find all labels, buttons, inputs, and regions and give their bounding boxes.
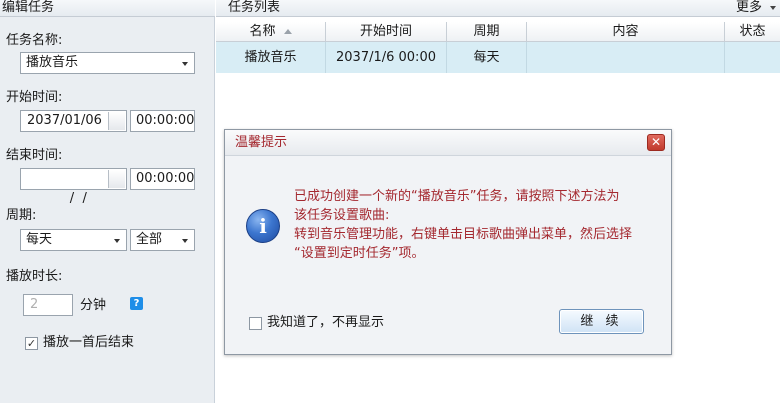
column-name-label: 名称 [249,24,276,39]
column-status-label: 状态 [739,24,766,39]
dialog-title: 温馨提示 [235,135,288,150]
task-list-header: 任务列表 更多 [216,0,780,17]
dialog-titlebar[interactable]: 温馨提示 ✕ [225,130,671,156]
end-date-input[interactable]: / / [20,168,127,206]
start-date-value: 2037/01/06 [27,113,102,128]
edit-task-header: 编辑任务 [0,0,215,17]
help-icon[interactable]: ? [130,297,143,310]
start-time-value: 00:00:00 [136,113,195,128]
tip-dialog: 温馨提示 ✕ i 已成功创建一个新的“播放音乐”任务，请按照下述方法为 该任务设… [224,129,672,355]
row-content-cell [527,42,725,73]
dialog-message-line-4: “设置到定时任务”项。 [294,246,425,261]
row-name-cell: 播放音乐 [216,42,326,73]
task-name-label: 任务名称: [6,33,63,48]
column-header-start[interactable]: 开始时间 [326,22,447,42]
stop-after-one-checkbox[interactable]: ✓ [25,337,38,350]
sort-ascending-icon [283,29,292,34]
row-status-cell [725,42,780,73]
dont-show-again-label: 我知道了，不再显示 [267,315,385,330]
dialog-message-line-2: 该任务设置歌曲: [294,208,390,223]
dialog-message-line-3: 转到音乐管理功能，右键单击目标歌曲弹出菜单，然后选择 [294,227,633,242]
task-name-value: 播放音乐 [26,55,79,70]
close-icon[interactable]: ✕ [647,134,665,151]
column-start-label: 开始时间 [359,24,412,39]
end-time-input[interactable]: 00:00:00 [130,168,195,190]
end-time-label: 结束时间: [6,148,63,163]
duration-unit: 分钟 [80,298,107,313]
dialog-message-line-1: 已成功创建一个新的“播放音乐”任务，请按照下述方法为 [294,189,620,204]
start-time-input[interactable]: 00:00:00 [130,110,195,132]
stop-after-one-label: 播放一首后结束 [43,335,135,350]
row-start-cell: 2037/1/6 00:00 [326,42,447,73]
info-icon: i [246,209,280,243]
duration-label: 播放时长: [6,269,63,284]
task-list-title: 任务列表 [228,0,281,15]
continue-button[interactable]: 继 续 [559,309,644,334]
end-time-value: 00:00:00 [136,171,195,186]
end-date-value: / / [61,191,87,206]
column-header-content[interactable]: 内容 [527,22,725,42]
task-name-select[interactable]: 播放音乐 [20,52,195,74]
period-label: 周期: [6,208,37,223]
period-scope-value: 全部 [136,232,163,247]
duration-value: 2 [30,297,39,312]
column-header-status[interactable]: 状态 [725,22,780,42]
dont-show-again-checkbox[interactable] [249,317,262,330]
chevron-down-icon[interactable] [770,6,776,10]
period-value: 每天 [26,232,53,247]
column-header-name[interactable]: 名称 [216,22,326,42]
column-header-period[interactable]: 周期 [447,22,527,42]
column-content-label: 内容 [612,24,639,39]
edit-task-panel: 编辑任务 任务名称: 播放音乐 开始时间: 2037/01/06 00:00:0… [0,0,215,403]
start-time-label: 开始时间: [6,90,63,105]
edit-task-title: 编辑任务 [2,0,55,15]
period-select[interactable]: 每天 [20,229,127,251]
column-period-label: 周期 [473,24,500,39]
duration-input[interactable]: 2 [23,294,73,316]
row-period-cell: 每天 [447,42,527,73]
calendar-icon[interactable] [108,170,125,188]
more-menu[interactable]: 更多 [736,0,762,16]
calendar-icon[interactable] [108,112,125,130]
period-scope-select[interactable]: 全部 [130,229,195,251]
start-date-input[interactable]: 2037/01/06 [20,110,127,132]
